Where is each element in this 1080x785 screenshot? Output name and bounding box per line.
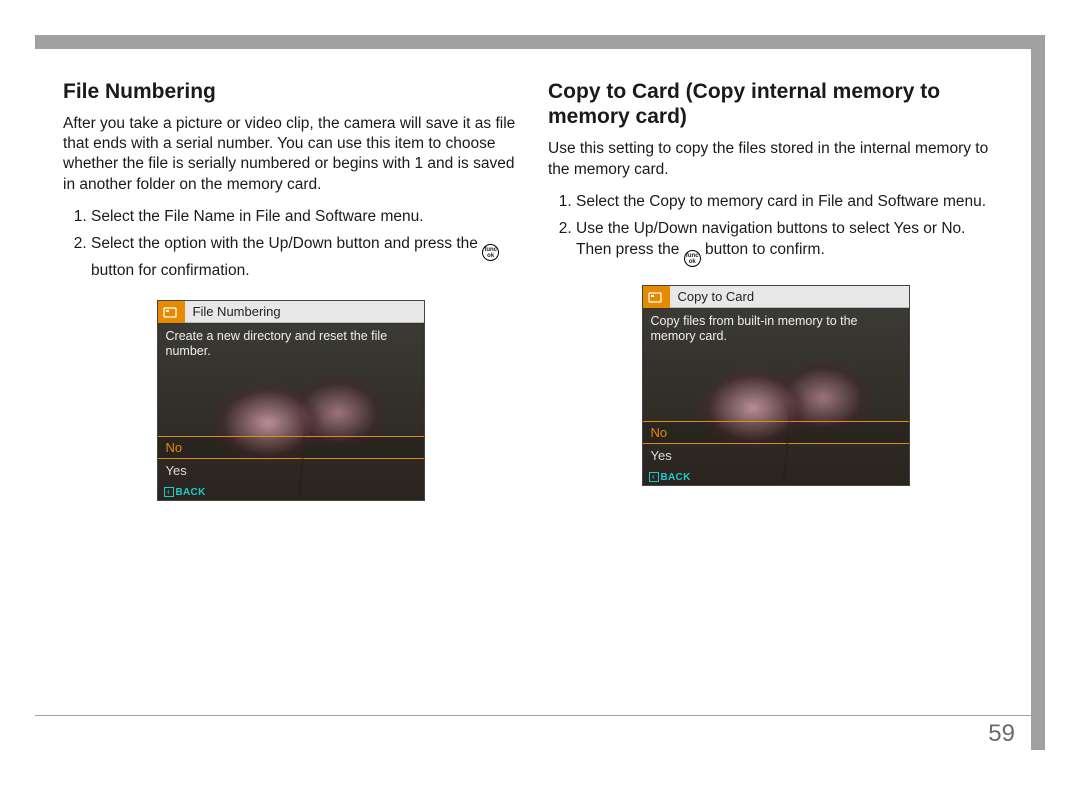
- page-frame: File Numbering After you take a picture …: [35, 35, 1045, 750]
- screen-body: Copy files from built-in memory to the m…: [643, 308, 909, 485]
- camera-screen-copy-to-card: Copy to Card Copy files from built-in me…: [642, 285, 910, 486]
- screen-title-label: Copy to Card: [670, 286, 909, 308]
- screen-options: No Yes: [643, 421, 909, 467]
- back-indicator: ‹ BACK: [164, 487, 206, 498]
- memory-tab-icon: [158, 301, 185, 323]
- back-label: BACK: [661, 472, 691, 483]
- step-1: Select the File Name in File and Softwar…: [91, 207, 518, 228]
- screen-file-numbering-wrap: File Numbering Create a new directory an…: [157, 300, 425, 501]
- screen-title-bar: Copy to Card: [643, 286, 909, 308]
- screen-copy-to-card-wrap: Copy to Card Copy files from built-in me…: [642, 285, 910, 486]
- right-column: Copy to Card (Copy internal memory to me…: [548, 79, 1003, 750]
- back-label: BACK: [176, 487, 206, 498]
- back-arrow-icon: ‹: [164, 487, 174, 497]
- option-no: No: [643, 421, 909, 444]
- memory-tab-icon: [643, 286, 670, 308]
- screen-options: No Yes: [158, 436, 424, 482]
- steps-copy-to-card: Select the Copy to memory card in File a…: [548, 192, 1003, 267]
- footer-divider: [35, 715, 1031, 716]
- paragraph-file-numbering: After you take a picture or video clip, …: [63, 114, 518, 195]
- steps-file-numbering: Select the File Name in File and Softwar…: [63, 207, 518, 282]
- camera-screen-file-numbering: File Numbering Create a new directory an…: [157, 300, 425, 501]
- left-column: File Numbering After you take a picture …: [63, 79, 518, 750]
- step-2: Select the option with the Up/Down butto…: [91, 234, 518, 282]
- step-1: Select the Copy to memory card in File a…: [576, 192, 1003, 213]
- screen-description: Copy files from built-in memory to the m…: [651, 314, 901, 345]
- heading-copy-to-card: Copy to Card (Copy internal memory to me…: [548, 79, 1003, 129]
- page-content: File Numbering After you take a picture …: [35, 49, 1031, 750]
- heading-file-numbering: File Numbering: [63, 79, 518, 104]
- func-ok-button-icon: funcok: [482, 244, 499, 261]
- page-number: 59: [988, 720, 1015, 748]
- func-ok-button-icon: funcok: [684, 250, 701, 267]
- option-no: No: [158, 436, 424, 459]
- option-yes: Yes: [643, 444, 909, 467]
- back-arrow-icon: ‹: [649, 472, 659, 482]
- step-2: Use the Up/Down navigation buttons to se…: [576, 219, 1003, 267]
- option-yes: Yes: [158, 459, 424, 482]
- screen-title-bar: File Numbering: [158, 301, 424, 323]
- screen-title-label: File Numbering: [185, 301, 424, 323]
- screen-description: Create a new directory and reset the fil…: [166, 329, 416, 360]
- back-indicator: ‹ BACK: [649, 472, 691, 483]
- screen-body: Create a new directory and reset the fil…: [158, 323, 424, 500]
- paragraph-copy-to-card: Use this setting to copy the files store…: [548, 139, 1003, 179]
